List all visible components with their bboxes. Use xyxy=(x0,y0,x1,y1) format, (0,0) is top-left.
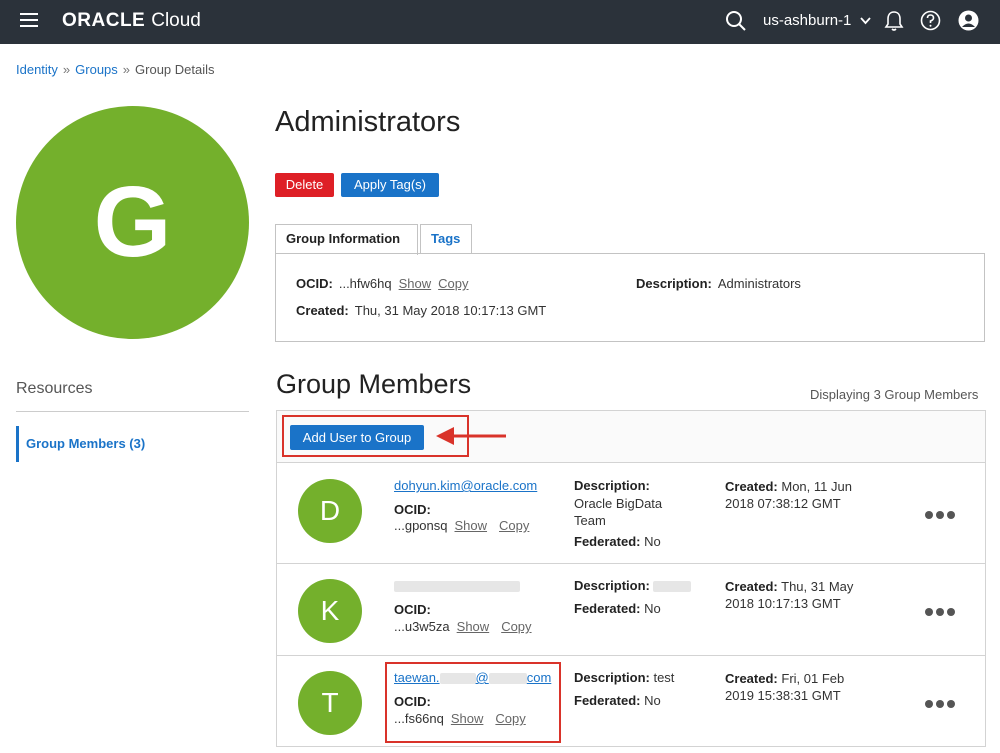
arrow-annotation-icon xyxy=(436,427,506,445)
ocid-value: ...hfw6hq xyxy=(338,276,392,291)
member-avatar: K xyxy=(298,579,362,643)
breadcrumb-separator: » xyxy=(62,62,71,77)
breadcrumb-identity[interactable]: Identity xyxy=(16,62,58,77)
group-info-panel: OCID: ...hfw6hq Show Copy Created: Thu, 31 M… xyxy=(275,253,985,342)
breadcrumb-groups[interactable]: Groups xyxy=(75,62,118,77)
tab-group-information[interactable]: Group Information xyxy=(275,224,418,255)
breadcrumb: Identity » Groups » Group Details xyxy=(16,62,215,77)
apply-tags-button[interactable]: Apply Tag(s) xyxy=(341,173,439,197)
member-ocid-copy-link[interactable]: Copy xyxy=(499,518,529,533)
created-field: Created: Thu, 31 May 2018 10:17:13 GMT xyxy=(296,303,546,318)
chevron-down-icon xyxy=(859,17,871,25)
member-description-label: Description: xyxy=(574,578,650,593)
member-description-field: Description: xyxy=(574,578,692,593)
member-federated-field: Federated: No xyxy=(574,601,661,616)
member-federated-value: No xyxy=(644,534,661,549)
description-value: Administrators xyxy=(717,276,801,291)
member-federated-field: Federated: No xyxy=(574,534,661,549)
more-actions-icon[interactable] xyxy=(925,699,957,709)
ocid-label: OCID: xyxy=(296,276,333,291)
created-label: Created: xyxy=(296,303,349,318)
member-ocid-field: ...u3w5za Show Copy xyxy=(394,619,532,634)
member-created-field: Created: Fri, 01 Feb 2019 15:38:31 GMT xyxy=(725,670,875,704)
member-avatar: T xyxy=(298,671,362,735)
more-actions-icon[interactable] xyxy=(925,607,957,617)
created-value: Thu, 31 May 2018 10:17:13 GMT xyxy=(354,303,547,318)
member-created-label: Created: xyxy=(725,579,778,594)
member-description-value: test xyxy=(653,670,675,685)
member-ocid-label-text: OCID: xyxy=(394,502,431,517)
highlight-box xyxy=(385,662,561,743)
logo-oracle-text: ORACLE xyxy=(62,10,146,31)
help-icon[interactable] xyxy=(920,10,941,31)
ocid-copy-link[interactable]: Copy xyxy=(438,276,468,291)
member-ocid-label-text: OCID: xyxy=(394,602,431,617)
menu-icon[interactable] xyxy=(20,13,38,27)
member-federated-label: Federated: xyxy=(574,693,641,708)
top-nav-bar: ORACLE Cloud us-ashburn-1 xyxy=(0,0,1000,44)
member-description-label-text: Description: xyxy=(574,478,650,493)
group-members-title: Group Members xyxy=(276,369,472,399)
member-federated-value: No xyxy=(644,601,661,616)
redacted-description xyxy=(653,581,692,593)
breadcrumb-separator: » xyxy=(122,62,131,77)
region-selector[interactable]: us-ashburn-1 xyxy=(763,12,871,29)
description-label: Description: xyxy=(636,276,712,291)
member-ocid-value: ...u3w5za xyxy=(394,619,450,634)
ocid-field: OCID: ...hfw6hq Show Copy xyxy=(296,276,469,291)
member-federated-field: Federated: No xyxy=(574,693,661,708)
member-email-link[interactable] xyxy=(394,578,520,593)
member-description-value: Oracle BigData Team xyxy=(574,496,663,528)
group-members-count: Displaying 3 Group Members xyxy=(810,387,979,402)
member-avatar: D xyxy=(298,479,362,543)
oracle-cloud-logo[interactable]: ORACLE Cloud xyxy=(62,10,201,32)
logo-cloud-text: Cloud xyxy=(151,10,201,31)
member-row: K OCID: ...u3w5za Show Copy Description: F… xyxy=(276,563,986,656)
region-label: us-ashburn-1 xyxy=(763,12,852,29)
more-actions-icon[interactable] xyxy=(925,510,957,520)
member-created-field: Created: Thu, 31 May 2018 10:17:13 GMT xyxy=(725,578,885,612)
bell-icon[interactable] xyxy=(884,10,904,32)
member-federated-label: Federated: xyxy=(574,601,641,616)
member-created-field: Created: Mon, 11 Jun 2018 07:38:12 GMT xyxy=(725,478,875,512)
page-title: Administrators xyxy=(275,106,461,138)
ocid-show-link[interactable]: Show xyxy=(399,276,432,291)
resource-item-group-members[interactable]: Group Members (3) xyxy=(16,426,249,462)
member-ocid-label: OCID: xyxy=(394,602,431,617)
resources-divider xyxy=(16,411,249,412)
member-ocid-field: ...gponsq Show Copy xyxy=(394,518,529,533)
delete-button[interactable]: Delete xyxy=(275,173,334,197)
user-icon[interactable] xyxy=(958,10,979,31)
member-email-link[interactable]: dohyun.kim@oracle.com xyxy=(394,478,537,493)
member-ocid-copy-link[interactable]: Copy xyxy=(501,619,531,634)
tab-tags[interactable]: Tags xyxy=(420,224,472,254)
description-field: Description: Administrators xyxy=(636,276,801,291)
resources-title: Resources xyxy=(16,380,93,397)
group-avatar: G xyxy=(16,106,249,339)
member-ocid-label: OCID: xyxy=(394,502,431,517)
member-description-field: Description: test xyxy=(574,670,674,685)
breadcrumb-current: Group Details xyxy=(135,62,215,77)
search-icon[interactable] xyxy=(725,10,747,32)
member-description-label: Description: xyxy=(574,478,650,493)
redacted-email xyxy=(394,581,520,593)
member-federated-value: No xyxy=(644,693,661,708)
member-federated-label: Federated: xyxy=(574,534,641,549)
member-ocid-value: ...gponsq xyxy=(394,518,448,533)
member-created-label: Created: xyxy=(725,479,778,494)
member-created-label: Created: xyxy=(725,671,778,686)
member-row: T taewan. @ com OCID: ...fs66nq Show Copy De… xyxy=(276,655,986,747)
member-description-label: Description: xyxy=(574,670,650,685)
member-row: D dohyun.kim@oracle.com OCID: ...gponsq S… xyxy=(276,462,986,564)
member-ocid-show-link[interactable]: Show xyxy=(457,619,490,634)
member-ocid-show-link[interactable]: Show xyxy=(455,518,488,533)
